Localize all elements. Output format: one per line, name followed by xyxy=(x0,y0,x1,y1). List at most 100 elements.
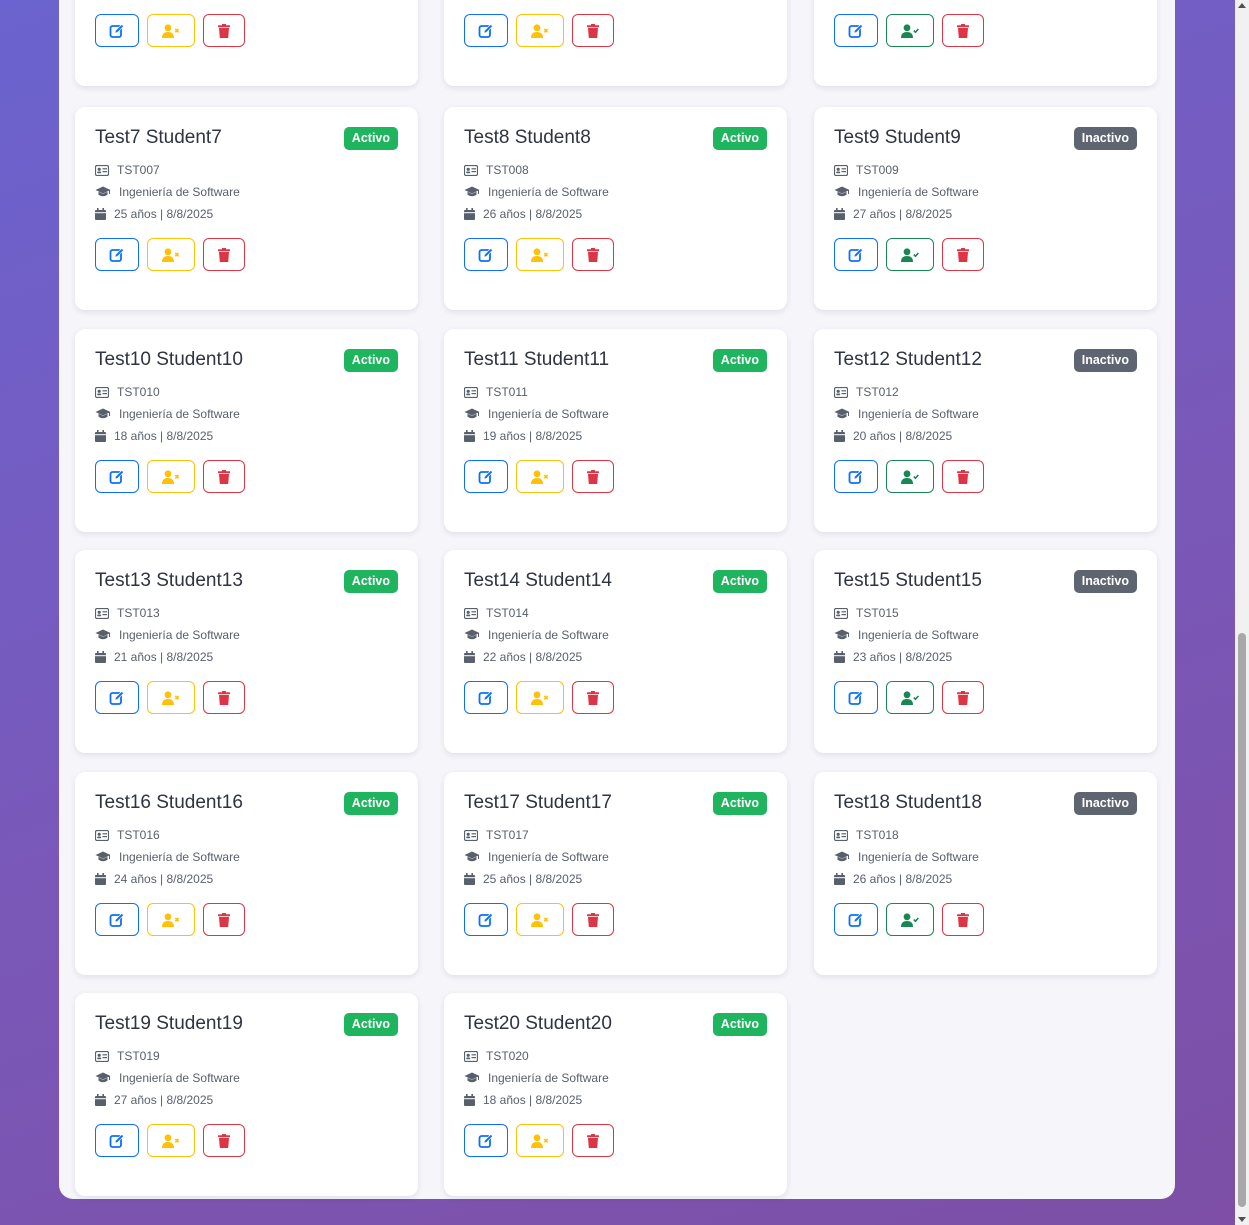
scrollbar-thumb[interactable] xyxy=(1238,633,1246,1207)
edit-icon xyxy=(478,1133,494,1149)
graduation-cap-icon xyxy=(95,186,111,198)
student-name: Test13 Student13 xyxy=(95,570,243,591)
delete-button[interactable] xyxy=(203,681,245,714)
calendar-icon xyxy=(834,208,845,220)
status-badge: Activo xyxy=(343,127,398,150)
graduation-cap-icon xyxy=(464,186,480,198)
edit-button[interactable] xyxy=(464,14,508,47)
edit-button[interactable] xyxy=(95,903,139,936)
edit-button[interactable] xyxy=(95,14,139,47)
student-card: Test17 Student17 Activo TST017 Ingeniería d… xyxy=(444,772,787,975)
delete-button[interactable] xyxy=(203,14,245,47)
trash-icon xyxy=(957,690,969,705)
graduation-cap-icon xyxy=(464,408,480,420)
delete-button[interactable] xyxy=(572,1124,614,1157)
student-age-date-row: 20 años | 8/8/2025 xyxy=(834,429,952,443)
graduation-cap-icon xyxy=(464,1072,480,1084)
student-code-row: TST020 xyxy=(464,1049,529,1063)
student-age-date-row: 27 años | 8/8/2025 xyxy=(834,207,952,221)
student-age-date: 24 años | 8/8/2025 xyxy=(114,872,214,886)
scroll-down-arrow-icon[interactable] xyxy=(1238,1217,1246,1222)
deactivate-button[interactable] xyxy=(147,14,195,47)
delete-button[interactable] xyxy=(572,460,614,493)
student-age-date-row: 22 años | 8/8/2025 xyxy=(464,650,582,664)
edit-button[interactable] xyxy=(464,238,508,271)
activate-button[interactable] xyxy=(886,14,934,47)
user-x-icon xyxy=(531,912,549,927)
delete-button[interactable] xyxy=(203,903,245,936)
student-code-row: TST015 xyxy=(834,606,899,620)
student-code-row: TST008 xyxy=(464,163,529,177)
deactivate-button[interactable] xyxy=(147,681,195,714)
delete-button[interactable] xyxy=(942,14,984,47)
activate-button[interactable] xyxy=(886,238,934,271)
deactivate-button[interactable] xyxy=(516,238,564,271)
delete-button[interactable] xyxy=(942,681,984,714)
student-name: Test19 Student19 xyxy=(95,1013,243,1034)
student-program-row: Ingeniería de Software xyxy=(834,628,979,642)
delete-button[interactable] xyxy=(203,238,245,271)
edit-button[interactable] xyxy=(834,238,878,271)
calendar-icon xyxy=(464,1094,475,1106)
trash-icon xyxy=(957,912,969,927)
student-program-row: Ingeniería de Software xyxy=(95,1071,240,1085)
delete-button[interactable] xyxy=(572,238,614,271)
edit-icon xyxy=(478,469,494,485)
user-x-icon xyxy=(162,23,180,38)
vertical-scrollbar[interactable] xyxy=(1235,0,1249,1225)
student-name: Test16 Student16 xyxy=(95,792,243,813)
id-card-icon xyxy=(95,164,109,176)
delete-button[interactable] xyxy=(942,460,984,493)
activate-button[interactable] xyxy=(886,460,934,493)
student-card: Test7 Student7 Activo TST007 Ingeniería de … xyxy=(75,107,418,310)
delete-button[interactable] xyxy=(572,14,614,47)
delete-button[interactable] xyxy=(572,681,614,714)
student-program: Ingeniería de Software xyxy=(488,1071,609,1085)
student-age-date: 18 años | 8/8/2025 xyxy=(483,1093,583,1107)
delete-button[interactable] xyxy=(203,1124,245,1157)
scroll-up-arrow-icon[interactable] xyxy=(1238,3,1246,8)
id-card-icon xyxy=(95,1050,109,1062)
edit-button[interactable] xyxy=(464,460,508,493)
edit-button[interactable] xyxy=(95,1124,139,1157)
delete-button[interactable] xyxy=(572,903,614,936)
activate-button[interactable] xyxy=(886,903,934,936)
student-name: Test11 Student11 xyxy=(464,349,610,370)
deactivate-button[interactable] xyxy=(147,1124,195,1157)
graduation-cap-icon xyxy=(464,851,480,863)
activate-button[interactable] xyxy=(886,681,934,714)
deactivate-button[interactable] xyxy=(516,903,564,936)
student-program-row: Ingeniería de Software xyxy=(834,850,979,864)
edit-button[interactable] xyxy=(464,1124,508,1157)
student-code: TST010 xyxy=(117,385,160,399)
deactivate-button[interactable] xyxy=(147,903,195,936)
deactivate-button[interactable] xyxy=(516,1124,564,1157)
edit-button[interactable] xyxy=(834,14,878,47)
edit-button[interactable] xyxy=(95,238,139,271)
student-code: TST015 xyxy=(856,606,899,620)
deactivate-button[interactable] xyxy=(147,460,195,493)
student-code-row: TST010 xyxy=(95,385,160,399)
edit-button[interactable] xyxy=(834,460,878,493)
edit-button[interactable] xyxy=(95,681,139,714)
edit-icon xyxy=(848,23,864,39)
student-age-date-row: 18 años | 8/8/2025 xyxy=(95,429,213,443)
delete-button[interactable] xyxy=(203,460,245,493)
edit-button[interactable] xyxy=(834,903,878,936)
id-card-icon xyxy=(95,386,109,398)
edit-button[interactable] xyxy=(464,681,508,714)
deactivate-button[interactable] xyxy=(516,681,564,714)
student-code: TST008 xyxy=(486,163,529,177)
deactivate-button[interactable] xyxy=(516,460,564,493)
delete-button[interactable] xyxy=(942,238,984,271)
graduation-cap-icon xyxy=(834,629,850,641)
edit-button[interactable] xyxy=(95,460,139,493)
student-name: Test12 Student12 xyxy=(834,349,982,370)
deactivate-button[interactable] xyxy=(516,14,564,47)
delete-button[interactable] xyxy=(942,903,984,936)
edit-button[interactable] xyxy=(464,903,508,936)
edit-button[interactable] xyxy=(834,681,878,714)
student-name: Test20 Student20 xyxy=(464,1013,612,1034)
deactivate-button[interactable] xyxy=(147,238,195,271)
calendar-icon xyxy=(834,430,845,442)
